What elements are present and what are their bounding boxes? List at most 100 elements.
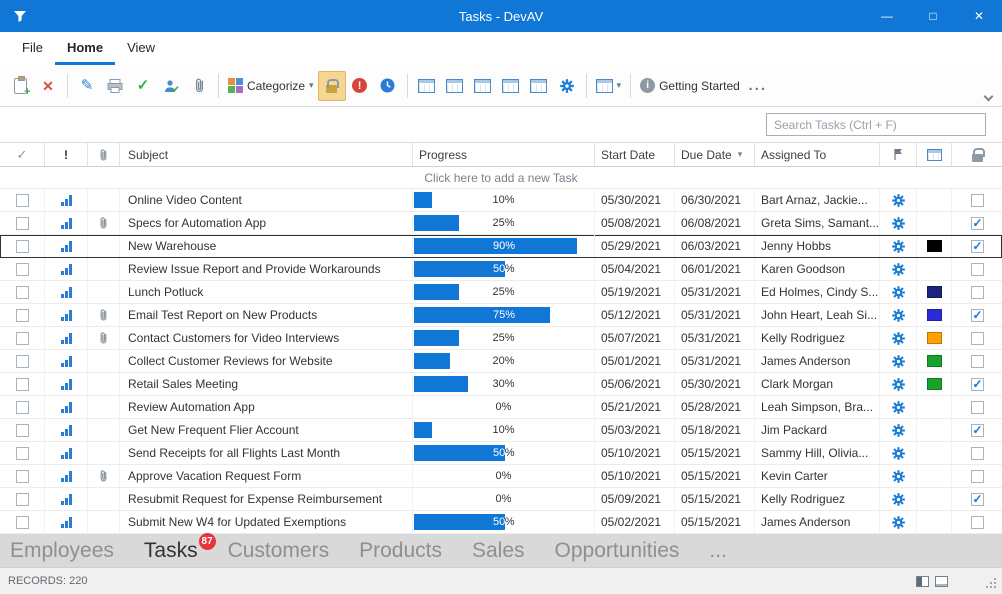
followup-cell[interactable]	[880, 465, 917, 487]
start-date-cell[interactable]: 05/06/2021	[595, 373, 675, 395]
minimize-button[interactable]: —	[864, 0, 910, 32]
followup-cell[interactable]	[880, 212, 917, 234]
private-checkbox[interactable]	[971, 332, 984, 345]
mark-complete-button[interactable]: ✓	[129, 71, 157, 101]
start-date-cell[interactable]: 05/08/2021	[595, 212, 675, 234]
table-row[interactable]: Review Issue Report and Provide Workarou…	[0, 258, 1002, 281]
table-row[interactable]: Approve Vacation Request Form0%0%05/10/2…	[0, 465, 1002, 488]
row-checkbox[interactable]	[16, 493, 29, 506]
gear-icon[interactable]	[892, 470, 905, 483]
progress-cell[interactable]: 0%0%	[413, 396, 595, 418]
followup-cell[interactable]	[880, 373, 917, 395]
subject-cell[interactable]: Email Test Report on New Products	[120, 304, 413, 326]
table-row[interactable]: Submit New W4 for Updated Exemptions50%5…	[0, 511, 1002, 534]
private-checkbox[interactable]	[971, 194, 984, 207]
due-date-cell[interactable]: 06/08/2021	[675, 212, 755, 234]
assigned-to-cell[interactable]: Clark Morgan	[755, 373, 880, 395]
grid-view-4-button[interactable]	[497, 71, 525, 101]
subject-cell[interactable]: Collect Customer Reviews for Website	[120, 350, 413, 372]
assigned-to-cell[interactable]: James Anderson	[755, 511, 880, 533]
followup-cell[interactable]	[880, 350, 917, 372]
menu-file[interactable]: File	[10, 32, 55, 65]
subject-cell[interactable]: Approve Vacation Request Form	[120, 465, 413, 487]
row-checkbox[interactable]	[16, 378, 29, 391]
priority-cell[interactable]	[45, 189, 88, 211]
gear-icon[interactable]	[892, 447, 905, 460]
priority-cell[interactable]	[45, 442, 88, 464]
private-toggle-button[interactable]	[318, 71, 346, 101]
progress-column-header[interactable]: Progress	[413, 143, 595, 166]
start-date-cell[interactable]: 05/03/2021	[595, 419, 675, 441]
private-checkbox[interactable]	[971, 378, 984, 391]
table-row[interactable]: Retail Sales Meeting30%30%05/06/202105/3…	[0, 373, 1002, 396]
start-date-cell[interactable]: 05/02/2021	[595, 511, 675, 533]
private-checkbox[interactable]	[971, 217, 984, 230]
start-date-cell[interactable]: 05/30/2021	[595, 189, 675, 211]
progress-cell[interactable]: 50%50%	[413, 511, 595, 533]
resize-grip[interactable]	[984, 576, 998, 590]
priority-cell[interactable]	[45, 373, 88, 395]
gear-icon[interactable]	[892, 378, 905, 391]
priority-cell[interactable]	[45, 488, 88, 510]
private-checkbox[interactable]	[971, 493, 984, 506]
category-cell[interactable]	[917, 281, 952, 303]
progress-cell[interactable]: 20%20%	[413, 350, 595, 372]
private-checkbox[interactable]	[971, 424, 984, 437]
followup-cell[interactable]	[880, 189, 917, 211]
due-date-cell[interactable]: 05/28/2021	[675, 396, 755, 418]
progress-cell[interactable]: 10%10%	[413, 189, 595, 211]
progress-cell[interactable]: 25%25%	[413, 281, 595, 303]
grid-view-3-button[interactable]	[469, 71, 497, 101]
subject-cell[interactable]: Lunch Potluck	[120, 281, 413, 303]
select-column-header[interactable]: ✓	[0, 143, 45, 166]
progress-cell[interactable]: 50%50%	[413, 258, 595, 280]
gear-icon[interactable]	[892, 240, 905, 253]
private-checkbox[interactable]	[971, 516, 984, 529]
row-checkbox[interactable]	[16, 355, 29, 368]
tab-sales[interactable]: Sales	[472, 539, 525, 563]
category-cell[interactable]	[917, 465, 952, 487]
grid-view-5-button[interactable]	[525, 71, 553, 101]
categorize-button[interactable]: Categorize ▾	[224, 71, 318, 101]
progress-cell[interactable]: 25%25%	[413, 212, 595, 234]
priority-cell[interactable]	[45, 350, 88, 372]
progress-cell[interactable]: 0%0%	[413, 465, 595, 487]
add-new-task-row[interactable]: Click here to add a new Task	[0, 167, 1002, 189]
edit-button[interactable]: ✎	[73, 71, 101, 101]
category-cell[interactable]	[917, 442, 952, 464]
gear-icon[interactable]	[892, 424, 905, 437]
menu-home[interactable]: Home	[55, 32, 115, 65]
progress-cell[interactable]: 30%30%	[413, 373, 595, 395]
row-checkbox[interactable]	[16, 470, 29, 483]
assigned-to-cell[interactable]: Leah Simpson, Bra...	[755, 396, 880, 418]
grid-view-2-button[interactable]	[441, 71, 469, 101]
assigned-to-cell[interactable]: Jim Packard	[755, 419, 880, 441]
subject-cell[interactable]: Online Video Content	[120, 189, 413, 211]
priority-cell[interactable]	[45, 212, 88, 234]
assigned-to-cell[interactable]: John Heart, Leah Si...	[755, 304, 880, 326]
start-date-column-header[interactable]: Start Date	[595, 143, 675, 166]
table-row[interactable]: Resubmit Request for Expense Reimburseme…	[0, 488, 1002, 511]
grid-view-1-button[interactable]	[413, 71, 441, 101]
subject-cell[interactable]: Review Automation App	[120, 396, 413, 418]
subject-cell[interactable]: Submit New W4 for Updated Exemptions	[120, 511, 413, 533]
gear-icon[interactable]	[892, 401, 905, 414]
assigned-to-cell[interactable]: Greta Sims, Samant...	[755, 212, 880, 234]
layout-toggle-icon[interactable]	[916, 576, 929, 587]
row-checkbox[interactable]	[16, 516, 29, 529]
subject-cell[interactable]: Retail Sales Meeting	[120, 373, 413, 395]
start-date-cell[interactable]: 05/21/2021	[595, 396, 675, 418]
table-row[interactable]: Review Automation App0%0%05/21/202105/28…	[0, 396, 1002, 419]
tab-employees[interactable]: Employees	[10, 539, 114, 563]
due-date-cell[interactable]: 05/30/2021	[675, 373, 755, 395]
progress-cell[interactable]: 25%25%	[413, 327, 595, 349]
priority-cell[interactable]	[45, 304, 88, 326]
table-row[interactable]: New Warehouse90%90%05/29/202106/03/2021J…	[0, 235, 1002, 258]
due-date-cell[interactable]: 05/31/2021	[675, 304, 755, 326]
category-cell[interactable]	[917, 212, 952, 234]
subject-cell[interactable]: Specs for Automation App	[120, 212, 413, 234]
assigned-to-cell[interactable]: Bart Arnaz, Jackie...	[755, 189, 880, 211]
followup-cell[interactable]	[880, 396, 917, 418]
assigned-to-cell[interactable]: Kevin Carter	[755, 465, 880, 487]
assigned-to-cell[interactable]: Kelly Rodriguez	[755, 488, 880, 510]
